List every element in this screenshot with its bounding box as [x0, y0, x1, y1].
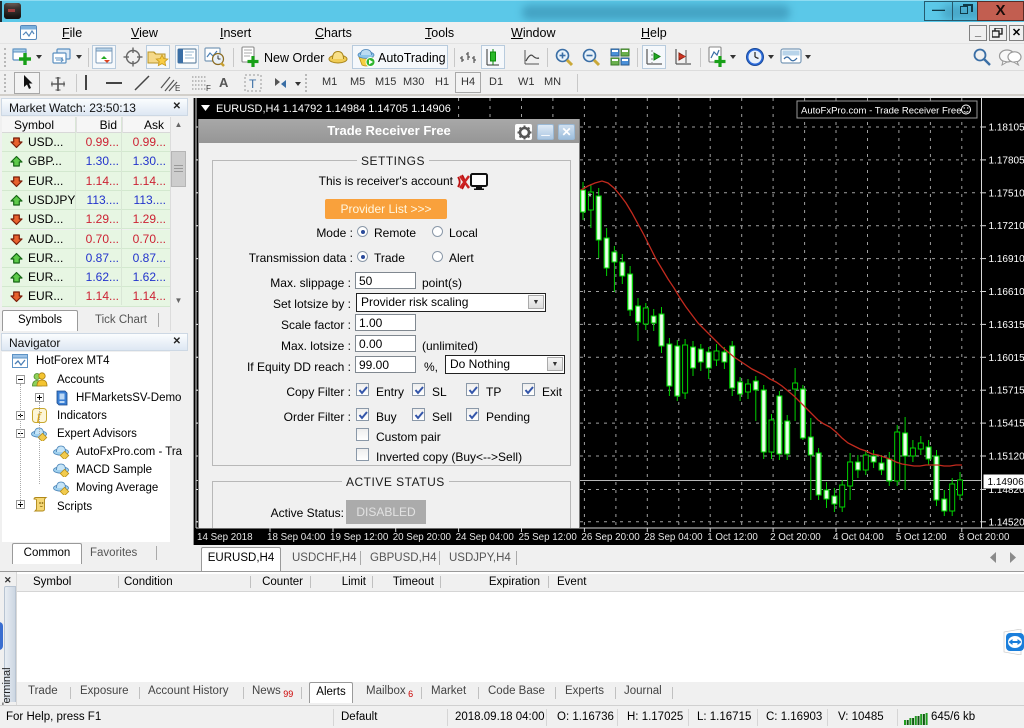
- svg-text:19 Sep 12:00: 19 Sep 12:00: [330, 532, 389, 543]
- svg-text:1.16315: 1.16315: [989, 320, 1024, 331]
- svg-text:1.16910: 1.16910: [989, 254, 1024, 265]
- svg-text:1.15715: 1.15715: [989, 386, 1024, 397]
- svg-text:14 Sep 2018: 14 Sep 2018: [197, 532, 253, 543]
- svg-text:25 Sep 12:00: 25 Sep 12:00: [519, 532, 578, 543]
- svg-text:1 Oct 12:00: 1 Oct 12:00: [707, 532, 758, 543]
- svg-text:*: *: [588, 192, 592, 203]
- svg-text:18 Sep 04:00: 18 Sep 04:00: [267, 532, 326, 543]
- svg-text:1.16015: 1.16015: [989, 353, 1024, 364]
- svg-text:1.15415: 1.15415: [989, 419, 1024, 430]
- svg-text:1.18105: 1.18105: [989, 123, 1024, 134]
- svg-text:24 Sep 04:00: 24 Sep 04:00: [456, 532, 515, 543]
- svg-text:EURUSD,H4 1.14792 1.14984 1.1: EURUSD,H4 1.14792 1.14984 1.14705 1.1490…: [216, 103, 451, 115]
- svg-text:1.17805: 1.17805: [989, 155, 1024, 166]
- svg-text:F: F: [206, 84, 211, 92]
- svg-text:5 Oct 12:00: 5 Oct 12:00: [896, 532, 947, 543]
- svg-text:1.16610: 1.16610: [989, 287, 1024, 298]
- svg-text:E: E: [175, 84, 180, 92]
- svg-text:8 Oct 20:00: 8 Oct 20:00: [959, 532, 1010, 543]
- svg-text:T: T: [249, 77, 257, 91]
- svg-text:20 Sep 20:00: 20 Sep 20:00: [393, 532, 452, 543]
- svg-text:4 Oct 04:00: 4 Oct 04:00: [833, 532, 884, 543]
- svg-text:1.17210: 1.17210: [989, 221, 1024, 232]
- svg-text:1.17510: 1.17510: [989, 188, 1024, 199]
- svg-text:1.14906: 1.14906: [988, 477, 1024, 488]
- svg-text:AutoFxPro.com - Trade Receiver: AutoFxPro.com - Trade Receiver Free: [801, 106, 962, 117]
- svg-text:2 Oct 20:00: 2 Oct 20:00: [770, 532, 821, 543]
- svg-text:26 Sep 20:00: 26 Sep 20:00: [581, 532, 640, 543]
- svg-text:1.14520: 1.14520: [989, 517, 1024, 528]
- svg-text:1.15120: 1.15120: [989, 452, 1024, 463]
- svg-text:28 Sep 04:00: 28 Sep 04:00: [644, 532, 703, 543]
